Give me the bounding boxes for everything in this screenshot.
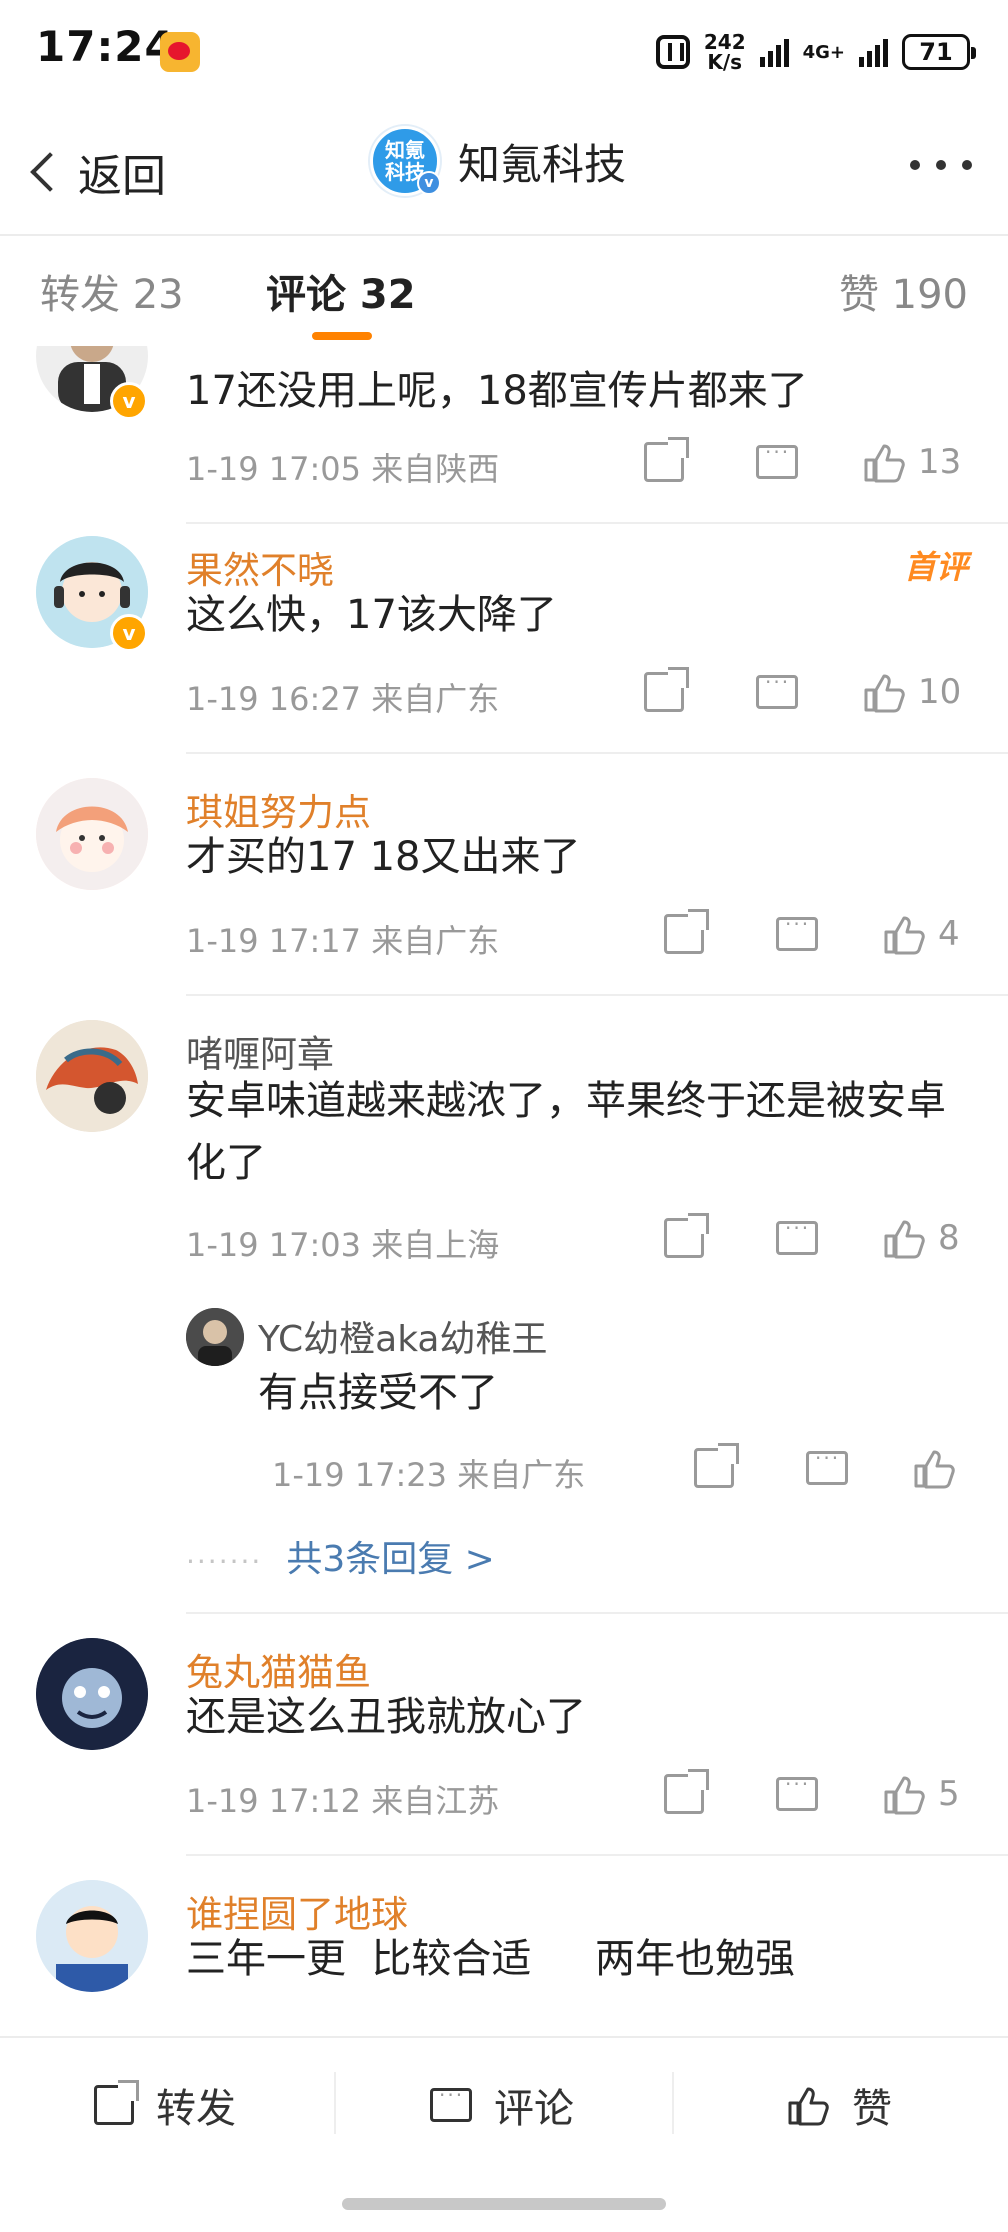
comment-icon[interactable] xyxy=(806,1446,848,1485)
status-bar: 17:24 242 K/s 4G+ 71 xyxy=(0,0,1008,100)
like-count: 13 xyxy=(918,442,962,482)
reply-text: 有点接受不了 xyxy=(258,1370,498,1416)
like-icon[interactable] xyxy=(882,1772,926,1816)
network-speed-unit: K/s xyxy=(707,50,743,74)
avatar[interactable] xyxy=(36,1638,148,1750)
reply-actions xyxy=(694,1443,956,1490)
tab-like[interactable]: 赞 190 xyxy=(839,262,968,320)
comment-meta: 1-19 17:17 来自广东 xyxy=(186,922,500,960)
account-avatar: 知氪科技 v xyxy=(370,126,441,196)
share-icon[interactable] xyxy=(664,909,709,954)
tab-comment[interactable]: 评论 32 xyxy=(266,262,416,320)
like-icon xyxy=(786,2083,830,2127)
share-icon[interactable] xyxy=(664,1769,709,1814)
share-icon xyxy=(94,2080,139,2125)
nav-bar: 返回 知氪科技 v 知氪科技 xyxy=(0,100,1008,236)
like-icon[interactable] xyxy=(862,670,906,714)
divider xyxy=(186,752,1008,754)
more-replies-link[interactable]: ······· 共3条回复 > xyxy=(186,1530,495,1582)
network-type: 4G+ xyxy=(802,41,845,63)
comment-meta: 1-19 16:27 来自广东 xyxy=(186,680,500,718)
comment-actions: 10 xyxy=(644,667,962,714)
comment-icon[interactable] xyxy=(756,440,798,479)
comment-actions: 8 xyxy=(664,1213,960,1260)
more-options-icon[interactable] xyxy=(910,160,972,170)
avatar[interactable] xyxy=(36,1880,148,1992)
weibo-notification-icon xyxy=(160,32,200,72)
verified-icon: v xyxy=(110,382,148,420)
bottom-action-bar: 转发 评论 赞 xyxy=(0,2036,1008,2166)
verified-icon: v xyxy=(417,171,441,195)
avatar[interactable] xyxy=(36,778,148,890)
network-speed-value: 242 xyxy=(703,30,746,54)
comment-list[interactable]: v 17还没用上呢，18都宣传片都来了 1-19 17:05 来自陕西 13 v… xyxy=(0,346,1008,2036)
comment-text: 安卓味道越来越浓了，苹果终于还是被安卓化了 xyxy=(186,1078,946,1186)
comment-meta: 1-19 17:12 来自江苏 xyxy=(186,1782,500,1820)
nfc-icon xyxy=(655,35,690,69)
comment-text: 还是这么丑我就放心了 xyxy=(186,1694,586,1740)
like-icon[interactable] xyxy=(882,912,926,956)
like-label: 赞 xyxy=(852,2086,892,2132)
page-title: 知氪科技 xyxy=(458,139,627,189)
comment-icon[interactable] xyxy=(776,912,818,951)
divider xyxy=(186,1612,1008,1614)
tab-repost[interactable]: 转发 23 xyxy=(40,262,184,320)
back-label: 返回 xyxy=(78,151,166,202)
like-count: 4 xyxy=(938,914,960,954)
back-button[interactable]: 返回 xyxy=(30,140,166,204)
chevron-left-icon xyxy=(30,152,70,192)
repost-label: 转发 xyxy=(156,2086,236,2132)
repost-button[interactable]: 转发 xyxy=(94,2076,236,2134)
active-tab-indicator xyxy=(312,332,372,340)
separator xyxy=(334,2072,336,2134)
verified-icon: v xyxy=(110,614,148,652)
like-count: 5 xyxy=(938,1774,960,1814)
share-icon[interactable] xyxy=(644,667,689,712)
comment-text: 三年一更 比较合适 两年也勉强 xyxy=(186,1936,796,1982)
battery-icon: 71 xyxy=(902,34,976,70)
reply-username[interactable]: YC幼橙aka幼稚王 xyxy=(258,1310,548,1362)
tab-bar: 转发 23 评论 32 赞 190 xyxy=(0,236,1008,346)
comment-icon[interactable] xyxy=(756,670,798,709)
separator xyxy=(672,2072,674,2134)
like-icon[interactable] xyxy=(882,1216,926,1260)
comment-text: 17还没用上呢，18都宣传片都来了 xyxy=(186,368,808,414)
like-button[interactable]: 赞 xyxy=(786,2076,892,2134)
like-icon[interactable] xyxy=(912,1446,956,1490)
first-comment-badge: 首评 xyxy=(903,548,968,586)
like-count: 10 xyxy=(918,672,962,712)
comment-text: 这么快，17该大降了 xyxy=(186,592,557,638)
share-icon[interactable] xyxy=(694,1443,739,1488)
comment-button[interactable]: 评论 xyxy=(430,2076,574,2134)
more-replies-label: 共3条回复 > xyxy=(286,1539,495,1580)
divider xyxy=(186,994,1008,996)
account-header[interactable]: 知氪科技 v 知氪科技 xyxy=(370,126,626,196)
home-indicator[interactable] xyxy=(342,2198,666,2210)
share-icon[interactable] xyxy=(664,1213,709,1258)
comment-icon xyxy=(430,2083,472,2122)
comment-actions: 4 xyxy=(664,909,960,956)
signal-icon xyxy=(759,37,789,67)
comment-text: 才买的17 18又出来了 xyxy=(186,834,581,880)
comment-actions: 13 xyxy=(644,437,962,484)
avatar[interactable] xyxy=(36,1020,148,1132)
status-time: 17:24 xyxy=(36,22,175,71)
comment-label: 评论 xyxy=(494,2086,574,2132)
comment-actions: 5 xyxy=(664,1769,960,1816)
comment-icon[interactable] xyxy=(776,1216,818,1255)
network-speed: 242 K/s xyxy=(704,32,746,72)
reply-avatar[interactable] xyxy=(186,1308,244,1366)
status-indicators: 242 K/s 4G+ 71 xyxy=(655,30,976,74)
dots-decoration: ······· xyxy=(186,1545,263,1578)
reply-meta: 1-19 17:23 来自广东 xyxy=(272,1456,586,1494)
like-icon[interactable] xyxy=(862,440,906,484)
comment-meta: 1-19 17:03 来自上海 xyxy=(186,1226,500,1264)
signal-icon-2 xyxy=(859,37,888,67)
share-icon[interactable] xyxy=(644,437,689,482)
comment-icon[interactable] xyxy=(776,1772,818,1811)
like-count: 8 xyxy=(938,1218,960,1258)
divider xyxy=(186,522,1008,524)
divider xyxy=(186,1854,1008,1856)
comment-meta: 1-19 17:05 来自陕西 xyxy=(186,450,500,488)
